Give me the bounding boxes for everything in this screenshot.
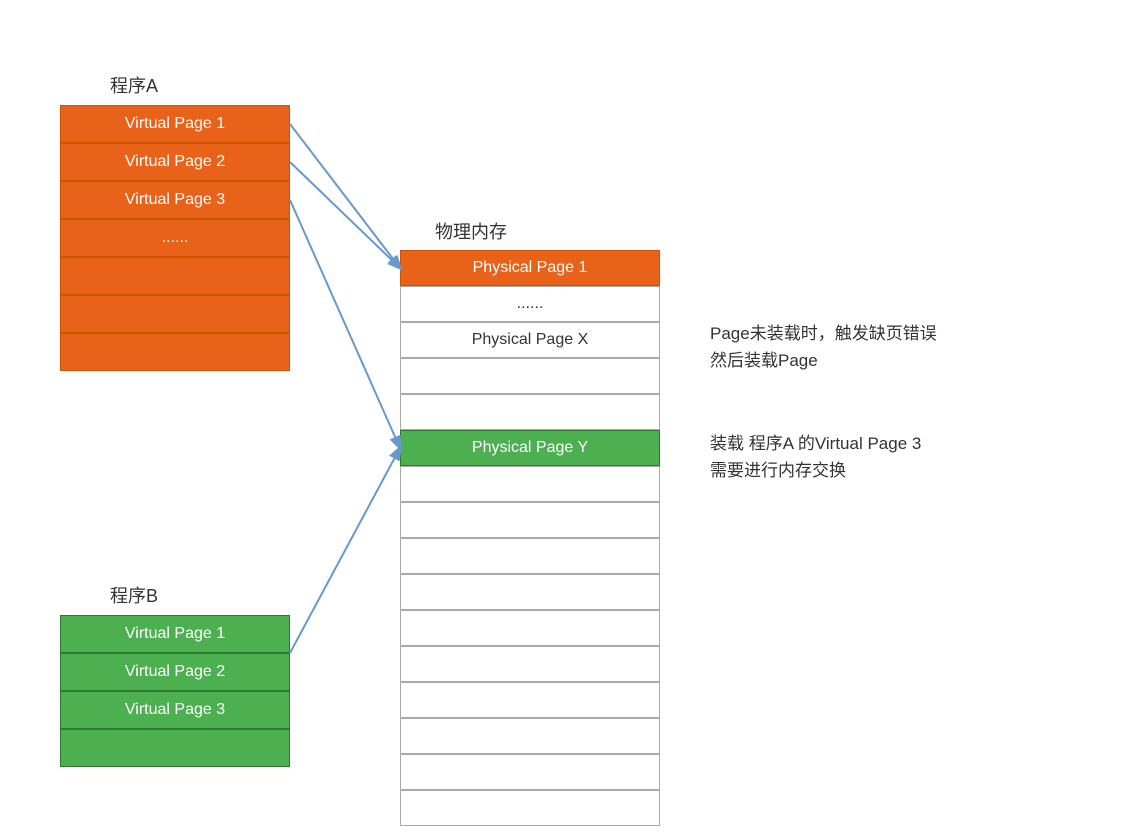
prog-b-page-row	[60, 729, 290, 767]
phys-page-row	[400, 718, 660, 754]
phys-page-row: Physical Page 1	[400, 250, 660, 286]
phys-mem-label: 物理内存	[435, 218, 507, 244]
annotation-swap: 装载 程序A 的Virtual Page 3 需要进行内存交换	[710, 430, 921, 484]
prog-b-page-row: Virtual Page 3	[60, 691, 290, 729]
prog-a-page-row: Virtual Page 1	[60, 105, 290, 143]
phys-page-row: Physical Page X	[400, 322, 660, 358]
phys-page-row	[400, 466, 660, 502]
prog-b-block: Virtual Page 1Virtual Page 2Virtual Page…	[60, 615, 290, 767]
phys-page-row	[400, 358, 660, 394]
prog-a-label: 程序A	[110, 72, 158, 98]
phys-page-row: ......	[400, 286, 660, 322]
prog-a-page-row: ......	[60, 219, 290, 257]
phys-page-row	[400, 682, 660, 718]
phys-page-row	[400, 754, 660, 790]
prog-a-block: Virtual Page 1Virtual Page 2Virtual Page…	[60, 105, 290, 371]
phys-page-row	[400, 646, 660, 682]
prog-a-page-row	[60, 257, 290, 295]
phys-page-row: Physical Page Y	[400, 430, 660, 466]
prog-a-page-row	[60, 333, 290, 371]
annotation-page-fault: Page未装载时，触发缺页错误 然后装载Page	[710, 320, 937, 374]
phys-page-row	[400, 610, 660, 646]
phys-page-row	[400, 538, 660, 574]
prog-b-page-row: Virtual Page 2	[60, 653, 290, 691]
phys-page-row	[400, 574, 660, 610]
prog-b-label: 程序B	[110, 582, 158, 608]
phys-page-row	[400, 790, 660, 826]
phys-page-row	[400, 502, 660, 538]
prog-b-page-row: Virtual Page 1	[60, 615, 290, 653]
prog-a-page-row: Virtual Page 3	[60, 181, 290, 219]
prog-a-page-row: Virtual Page 2	[60, 143, 290, 181]
phys-page-row	[400, 394, 660, 430]
phys-mem-block: Physical Page 1......Physical Page X Phys…	[400, 250, 660, 826]
prog-a-page-row	[60, 295, 290, 333]
